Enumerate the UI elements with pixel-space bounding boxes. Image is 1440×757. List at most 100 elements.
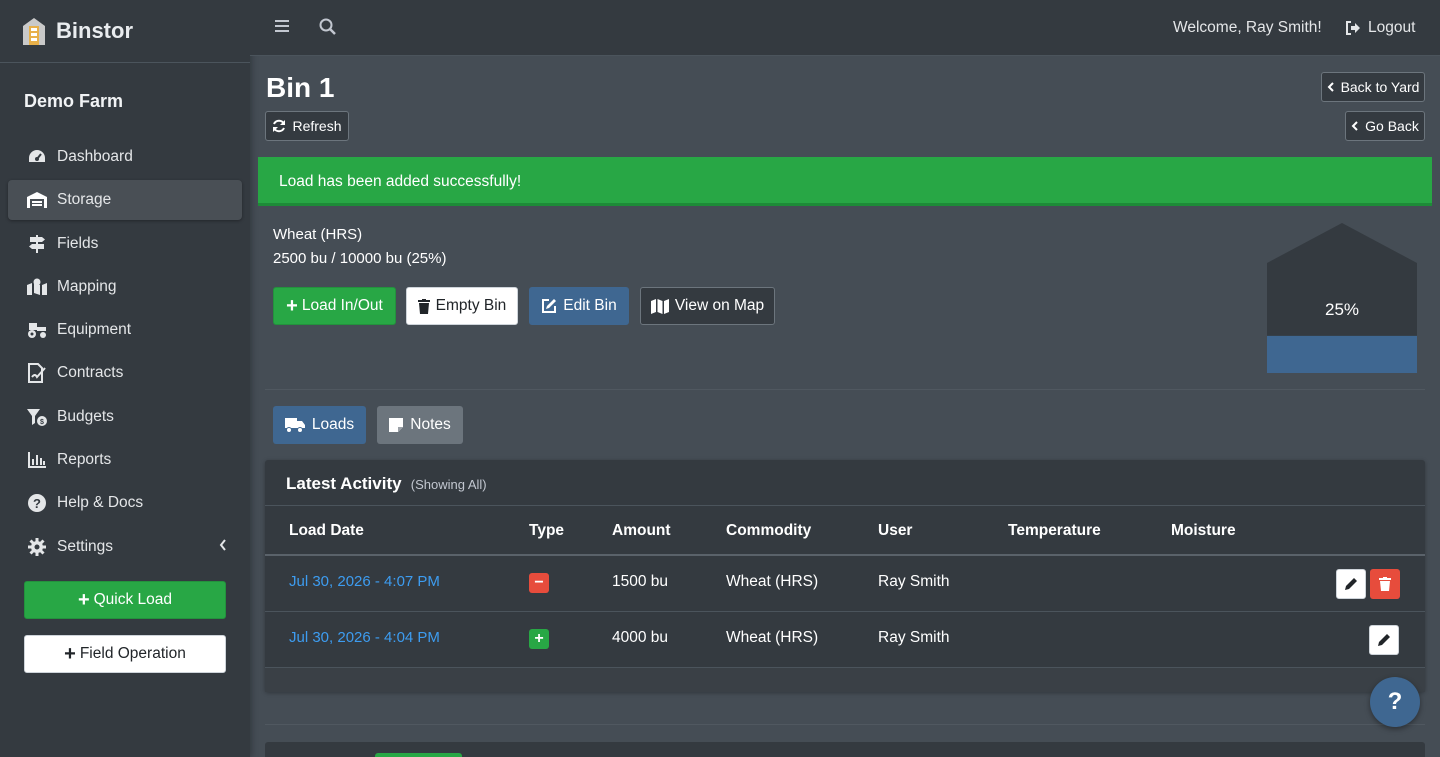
warehouse-icon: [26, 189, 48, 211]
column-header[interactable]: Type: [529, 522, 564, 540]
plus-square-icon: +: [529, 629, 549, 649]
user-cell: Ray Smith: [878, 573, 950, 590]
view-on-map-button[interactable]: View on Map: [640, 287, 775, 325]
load-in-out-button[interactable]: + Load In/Out: [273, 287, 396, 325]
card-footer: [265, 668, 1425, 692]
card-subtitle: (Showing All): [410, 477, 487, 492]
bin-capacity: 2500 bu / 10000 bu (25%): [273, 250, 447, 267]
column-header[interactable]: Commodity: [726, 522, 811, 540]
signpost-icon: [26, 233, 48, 255]
trash-icon: [417, 298, 430, 314]
latest-activity-card: Latest Activity (Showing All) Load Date …: [265, 460, 1425, 692]
view-on-map-label: View on Map: [674, 297, 765, 314]
refresh-icon: [273, 119, 286, 133]
quick-load-label: Quick Load: [93, 591, 173, 608]
sidebar-item-label: Equipment: [57, 321, 132, 339]
edit-load-button[interactable]: [1369, 625, 1399, 655]
field-operation-button[interactable]: + Field Operation: [24, 635, 226, 673]
sidebar-item-fields[interactable]: Fields: [8, 224, 242, 264]
commodity-cell: Wheat (HRS): [726, 629, 819, 646]
sidebar: Binstor Demo Farm Dashboard Storage Fiel…: [0, 0, 250, 757]
quick-load-button[interactable]: + Quick Load: [24, 581, 226, 619]
partial-button[interactable]: [375, 753, 462, 757]
map-icon: [650, 298, 669, 314]
card-header: Latest Activity (Showing All): [265, 460, 1425, 506]
sidebar-item-label: Storage: [57, 191, 112, 209]
sidebar-item-label: Reports: [57, 451, 112, 469]
empty-bin-button[interactable]: Empty Bin: [406, 287, 518, 325]
pencil-icon: [1345, 578, 1357, 590]
edit-load-button[interactable]: [1336, 569, 1366, 599]
sidebar-item-label: Mapping: [57, 277, 117, 295]
load-in-out-label: Load In/Out: [301, 297, 383, 314]
tractor-icon: [26, 319, 48, 341]
delete-load-button[interactable]: [1370, 569, 1400, 599]
map-marked-icon: [26, 276, 48, 298]
sidebar-item-settings[interactable]: Settings: [8, 527, 242, 567]
next-card: [265, 742, 1425, 757]
bin-commodity: Wheat (HRS): [273, 226, 363, 243]
sidebar-item-label: Fields: [57, 234, 99, 252]
sidebar-nav: Dashboard Storage Fields Mapping Equipme…: [0, 137, 250, 567]
topbar: Welcome, Ray Smith! Logout: [250, 0, 1440, 56]
column-header[interactable]: Temperature: [1008, 522, 1101, 540]
column-header[interactable]: Moisture: [1171, 522, 1236, 540]
amount-cell: 1500 bu: [612, 573, 669, 590]
sidebar-item-label: Settings: [57, 537, 114, 555]
chevron-left-icon: [1351, 121, 1358, 131]
svg-text:$: $: [40, 419, 44, 426]
sidebar-item-mapping[interactable]: Mapping: [8, 267, 242, 307]
column-header[interactable]: User: [878, 522, 912, 540]
plus-icon: +: [64, 643, 76, 665]
card-title: Latest Activity: [286, 474, 402, 493]
commodity-cell: Wheat (HRS): [726, 573, 819, 590]
brand[interactable]: Binstor: [0, 0, 250, 63]
pencil-icon: [1378, 634, 1390, 646]
edit-bin-label: Edit Bin: [563, 297, 617, 314]
sidebar-item-dashboard[interactable]: Dashboard: [8, 137, 242, 177]
dashboard-icon: [26, 146, 48, 168]
divider: [265, 724, 1425, 725]
load-date-link[interactable]: Jul 30, 2026 - 4:04 PM: [289, 629, 440, 646]
column-header[interactable]: Load Date: [289, 522, 364, 540]
sidebar-item-reports[interactable]: Reports: [8, 440, 242, 480]
hamburger-menu-icon[interactable]: [274, 18, 290, 38]
sign-out-icon: [1346, 21, 1360, 35]
welcome-text: Welcome, Ray Smith!: [1173, 19, 1322, 36]
edit-bin-button[interactable]: Edit Bin: [529, 287, 629, 325]
bin-fill-graphic: [1267, 223, 1417, 373]
sticky-note-icon: [389, 418, 404, 432]
table-row: Jul 30, 2026 - 4:07 PM − 1500 bu Wheat (…: [265, 556, 1425, 612]
sidebar-item-equipment[interactable]: Equipment: [8, 310, 242, 350]
back-to-yard-button[interactable]: Back to Yard: [1321, 72, 1425, 102]
load-date-link[interactable]: Jul 30, 2026 - 4:07 PM: [289, 573, 440, 590]
tab-loads[interactable]: Loads: [273, 406, 366, 444]
sidebar-item-storage[interactable]: Storage: [8, 180, 242, 221]
gear-icon: [26, 536, 48, 558]
tab-notes[interactable]: Notes: [377, 406, 463, 444]
svg-text:?: ?: [33, 496, 41, 511]
chevron-left-icon: [1327, 82, 1334, 92]
logout-link[interactable]: Logout: [1345, 19, 1415, 37]
sidebar-item-contracts[interactable]: Contracts: [8, 353, 242, 393]
column-header[interactable]: Amount: [612, 522, 671, 540]
go-back-label: Go Back: [1365, 118, 1419, 134]
brand-name: Binstor: [56, 18, 133, 43]
refresh-button[interactable]: Refresh: [265, 111, 349, 141]
field-operation-label: Field Operation: [79, 645, 186, 662]
sidebar-item-help[interactable]: ? Help & Docs: [8, 483, 242, 523]
table-row: Jul 30, 2026 - 4:04 PM + 4000 bu Wheat (…: [265, 612, 1425, 668]
success-alert: Load has been added successfully!: [258, 157, 1432, 206]
help-button[interactable]: ?: [1370, 677, 1420, 727]
chart-icon: [26, 449, 48, 471]
trash-icon: [1379, 577, 1391, 591]
chevron-left-icon: [218, 538, 228, 557]
divider: [265, 389, 1425, 390]
go-back-button[interactable]: Go Back: [1345, 111, 1425, 141]
sidebar-item-budgets[interactable]: $ Budgets: [8, 397, 242, 437]
farm-name: Demo Farm: [24, 91, 124, 111]
minus-square-icon: −: [529, 573, 549, 593]
edit-icon: [542, 299, 557, 313]
page-title: Bin 1: [266, 72, 335, 103]
search-icon[interactable]: [319, 18, 337, 40]
